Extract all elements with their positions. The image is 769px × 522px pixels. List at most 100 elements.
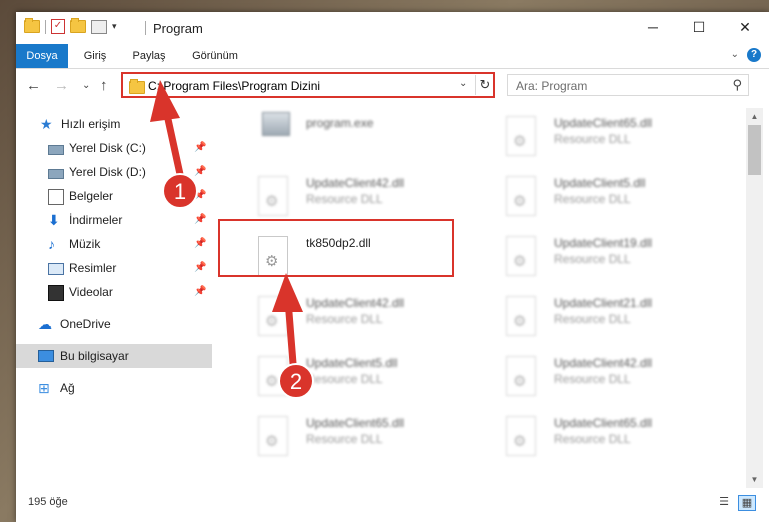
file-item[interactable]: ⚙ UpdateClient42.dll Resource DLL <box>234 288 470 346</box>
nav-label: Yerel Disk (C:) <box>69 141 146 155</box>
file-item[interactable]: ⚙ UpdateClient19.dll Resource DLL <box>482 228 718 286</box>
file-item[interactable]: ⚙ UpdateClient5.dll Resource DLL <box>482 168 718 226</box>
dll-icon: ⚙ <box>506 116 536 156</box>
search-icon[interactable]: ⚲ <box>732 77 742 93</box>
nav-videos[interactable]: Videolar 📌 <box>16 280 212 304</box>
file-type: Resource DLL <box>306 432 383 446</box>
pin-icon: 📌 <box>194 166 207 177</box>
dll-icon: ⚙ <box>258 356 288 396</box>
file-type: Resource DLL <box>306 192 383 206</box>
large-icons-view-icon[interactable]: ▦ <box>738 495 756 511</box>
file-name: UpdateClient42.dll <box>306 296 405 310</box>
tab-share[interactable]: Paylaş <box>126 44 172 68</box>
address-bar[interactable]: C:\Program Files\Program Dizini ⌄ ↻ <box>121 72 495 98</box>
dll-icon: ⚙ <box>506 236 536 276</box>
quick-access-toolbar: ✓ ▾ <box>24 18 117 34</box>
nav-local-disk-d[interactable]: Yerel Disk (D:) 📌 <box>16 160 212 184</box>
address-path[interactable]: C:\Program Files\Program Dizini <box>148 79 320 93</box>
file-name: UpdateClient65.dll <box>554 416 653 430</box>
scroll-up-icon[interactable]: ▲ <box>746 108 763 125</box>
file-type: Resource DLL <box>306 372 383 386</box>
nav-label: Belgeler <box>69 189 114 203</box>
file-name: UpdateClient5.dll <box>306 356 398 370</box>
music-icon: ♪ <box>48 236 55 252</box>
pin-icon: 📌 <box>194 238 207 249</box>
refresh-icon[interactable]: ↻ <box>475 75 494 95</box>
dll-icon: ⚙ <box>506 416 536 456</box>
pin-icon: 📌 <box>194 142 207 153</box>
minimize-button[interactable]: ─ <box>630 12 676 42</box>
properties-check-icon[interactable]: ✓ <box>51 19 65 34</box>
maximize-button[interactable]: ☐ <box>676 12 722 42</box>
tab-file[interactable]: Dosya <box>16 44 68 68</box>
nav-local-disk-c[interactable]: Yerel Disk (C:) 📌 <box>16 136 212 160</box>
details-view-icon[interactable]: ☰ <box>716 495 732 509</box>
file-name: UpdateClient42.dll <box>554 356 653 370</box>
videos-icon <box>48 285 64 301</box>
chevron-down-icon[interactable]: ⌄ <box>459 78 467 89</box>
window-title: Program <box>153 21 203 36</box>
scroll-down-icon[interactable]: ▼ <box>746 471 763 488</box>
scroll-thumb[interactable] <box>748 125 761 175</box>
tab-view[interactable]: Görünüm <box>184 44 246 68</box>
folder-icon <box>129 79 145 94</box>
pin-icon: 📌 <box>194 262 207 273</box>
nav-label: OneDrive <box>60 317 111 331</box>
up-icon[interactable]: ↑ <box>100 77 108 94</box>
ribbon-tabs: Dosya Giriş Paylaş Görünüm ⌄ ? <box>16 44 769 69</box>
nav-label: Müzik <box>69 237 101 251</box>
file-item[interactable]: ⚙ UpdateClient5.dll Resource DLL <box>234 348 470 406</box>
properties-icon[interactable] <box>91 19 107 34</box>
pictures-icon <box>48 263 64 275</box>
nav-music[interactable]: ♪ Müzik 📌 <box>16 232 212 256</box>
close-button[interactable]: ✕ <box>722 12 768 42</box>
separator <box>45 19 46 34</box>
nav-quick-access[interactable]: ★ Hızlı erişim <box>16 112 212 136</box>
pin-icon: 📌 <box>194 214 207 225</box>
nav-documents[interactable]: Belgeler 📌 <box>16 184 212 208</box>
nav-this-pc[interactable]: Bu bilgisayar <box>16 344 212 368</box>
search-box[interactable]: Ara: Program ⚲ <box>507 74 749 96</box>
highlight-box <box>218 219 454 277</box>
nav-label: Ağ <box>60 381 75 395</box>
nav-downloads[interactable]: ⬇ İndirmeler 📌 <box>16 208 212 232</box>
help-icon[interactable]: ? <box>747 48 761 62</box>
file-name: UpdateClient42.dll <box>306 176 405 190</box>
customize-toolbar-icon[interactable]: ▾ <box>112 21 117 32</box>
search-placeholder[interactable]: Ara: Program <box>516 79 587 93</box>
file-item[interactable]: ⚙ UpdateClient42.dll Resource DLL <box>482 348 718 406</box>
file-type: Resource DLL <box>554 192 631 206</box>
forward-icon[interactable]: → <box>54 77 69 94</box>
nav-network[interactable]: ⊞ Ağ <box>16 376 212 400</box>
back-icon[interactable]: ← <box>26 77 41 94</box>
vertical-scrollbar[interactable]: ▲ ▼ <box>746 108 763 488</box>
expand-ribbon-icon[interactable]: ⌄ <box>731 49 739 60</box>
network-icon: ⊞ <box>38 380 50 396</box>
nav-label: Hızlı erişim <box>61 117 121 131</box>
tab-home[interactable]: Giriş <box>76 44 114 68</box>
recent-locations-icon[interactable]: ⌄ <box>82 80 90 91</box>
nav-label: Bu bilgisayar <box>60 349 129 363</box>
file-item[interactable]: ⚙ UpdateClient65.dll Resource DLL <box>482 108 718 166</box>
nav-label: Resimler <box>69 261 117 275</box>
file-item[interactable]: ⚙ UpdateClient65.dll Resource DLL <box>482 408 718 466</box>
onedrive-icon: ☁ <box>38 316 52 332</box>
file-type: Resource DLL <box>306 312 383 326</box>
documents-icon <box>48 189 64 205</box>
file-name: UpdateClient65.dll <box>554 116 653 130</box>
drive-icon <box>48 145 64 155</box>
drive-icon <box>48 169 64 179</box>
file-item[interactable]: ⚙ UpdateClient21.dll Resource DLL <box>482 288 718 346</box>
file-item[interactable]: ⚙ UpdateClient42.dll Resource DLL <box>234 168 470 226</box>
file-item[interactable]: program.exe <box>234 108 470 166</box>
nav-pictures[interactable]: Resimler 📌 <box>16 256 212 280</box>
nav-onedrive[interactable]: ☁ OneDrive <box>16 312 212 336</box>
folder-icon <box>24 18 40 33</box>
dll-icon: ⚙ <box>506 176 536 216</box>
item-count: 195 öğe <box>28 496 68 508</box>
new-folder-icon[interactable] <box>70 18 86 33</box>
file-name: UpdateClient5.dll <box>554 176 646 190</box>
nav-label: İndirmeler <box>69 213 123 227</box>
dll-icon: ⚙ <box>506 356 536 396</box>
file-item[interactable]: ⚙ UpdateClient65.dll Resource DLL <box>234 408 470 466</box>
